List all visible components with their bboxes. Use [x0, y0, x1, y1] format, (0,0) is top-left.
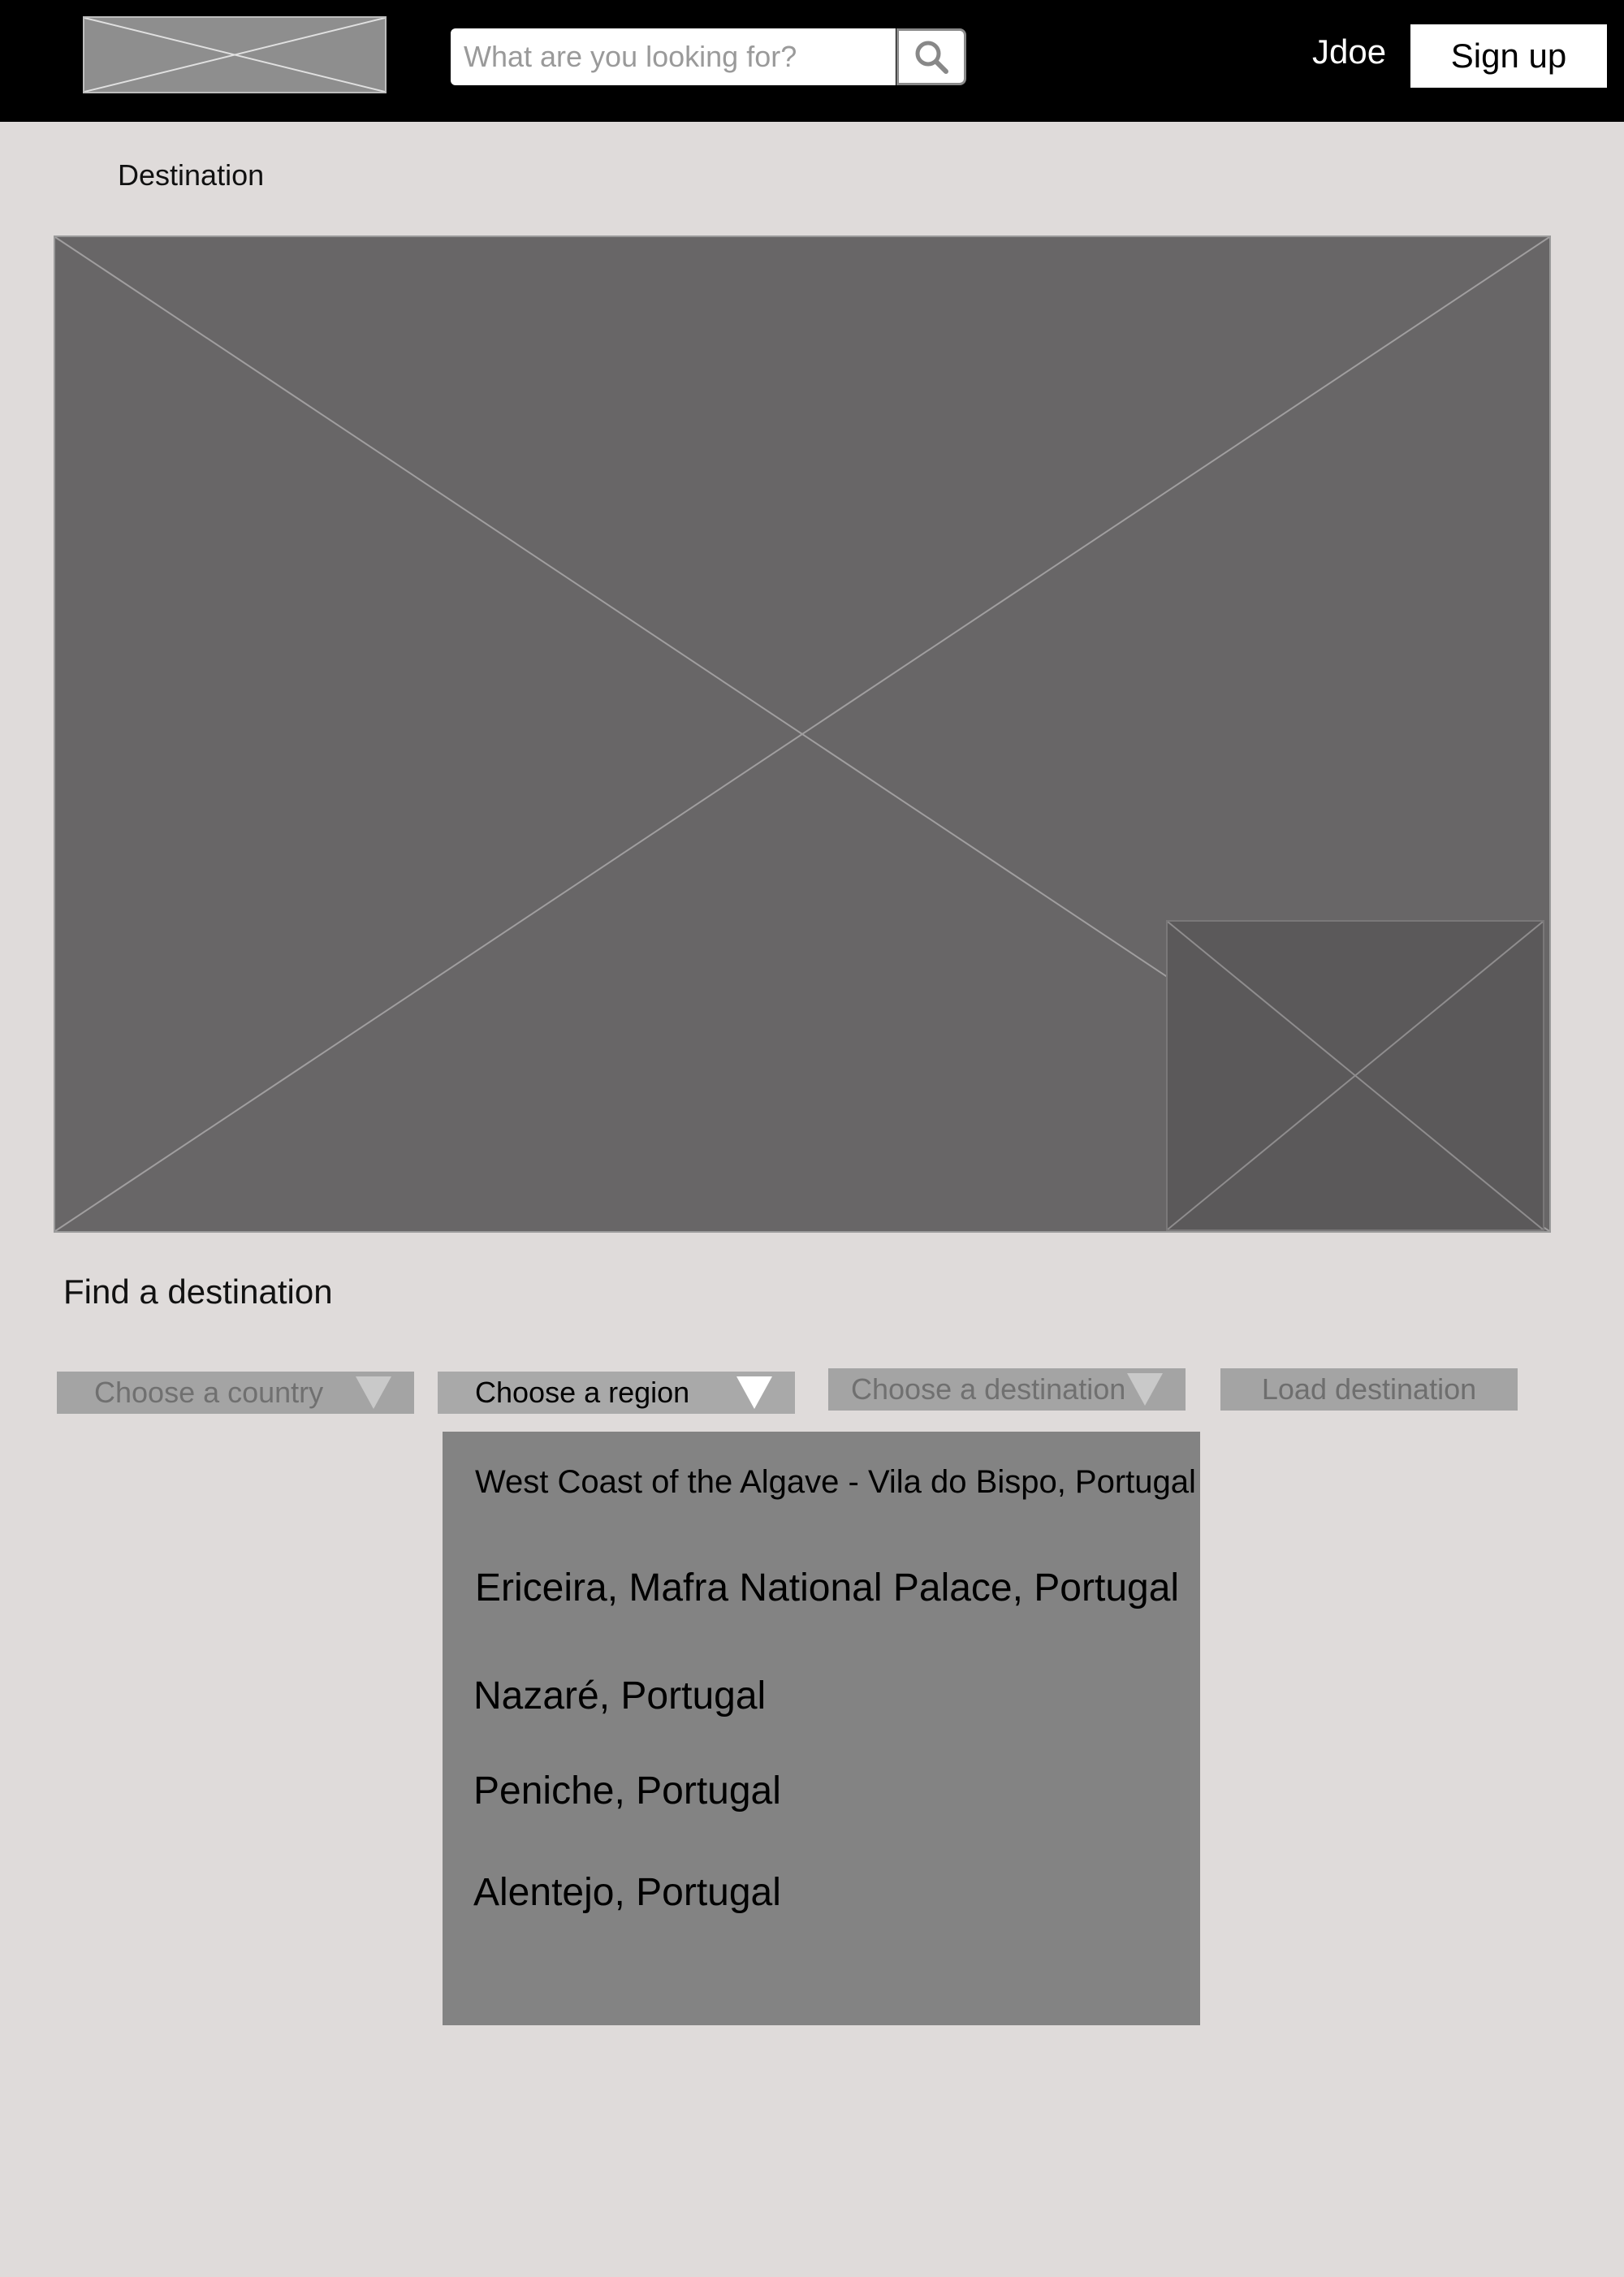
chevron-down-icon — [1127, 1373, 1163, 1406]
find-destination-title: Find a destination — [63, 1272, 333, 1311]
username-link[interactable]: Jdoe — [1312, 32, 1386, 71]
region-option[interactable]: West Coast of the Algave - Vila do Bispo… — [475, 1464, 1196, 1501]
destination-dropdown[interactable]: Choose a destination — [828, 1368, 1186, 1411]
region-options-list: West Coast of the Algave - Vila do Bispo… — [443, 1432, 1200, 2025]
region-option[interactable]: Peniche, Portugal — [473, 1769, 781, 1813]
country-dropdown-label: Choose a country — [94, 1376, 324, 1409]
region-option[interactable]: Nazaré, Portugal — [473, 1674, 766, 1718]
logo-placeholder[interactable] — [83, 16, 387, 93]
region-dropdown[interactable]: Choose a region — [438, 1372, 795, 1414]
region-option[interactable]: Ericeira, Mafra National Palace, Portuga… — [475, 1566, 1179, 1610]
search-input[interactable] — [451, 28, 896, 85]
image-placeholder-icon — [84, 18, 385, 92]
country-dropdown[interactable]: Choose a country — [57, 1372, 414, 1414]
signup-button[interactable]: Sign up — [1410, 24, 1607, 88]
region-dropdown-label: Choose a region — [475, 1376, 690, 1409]
region-option[interactable]: Alentejo, Portugal — [473, 1870, 781, 1915]
chevron-down-icon — [356, 1376, 391, 1409]
search-button[interactable] — [896, 28, 966, 85]
chevron-down-icon — [736, 1376, 772, 1409]
breadcrumb: Destination — [118, 158, 265, 192]
destination-dropdown-label: Choose a destination — [851, 1372, 1126, 1406]
image-placeholder-icon — [1168, 922, 1543, 1229]
load-destination-button[interactable]: Load destination — [1220, 1368, 1518, 1411]
search-icon — [915, 41, 948, 74]
hero-thumbnail-placeholder[interactable] — [1166, 920, 1544, 1231]
